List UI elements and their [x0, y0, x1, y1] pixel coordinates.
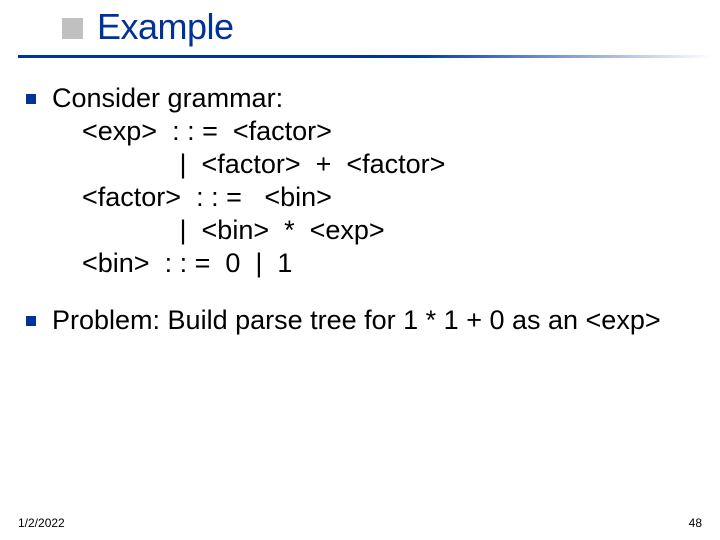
- bullet-icon: [26, 316, 36, 326]
- grammar-line: | <bin> * <exp>: [52, 214, 445, 247]
- grammar-line: <bin> : : = 0 | 1: [52, 247, 445, 280]
- bullet-icon: [26, 94, 36, 104]
- problem-block: Problem: Build parse tree for 1 * 1 + 0 …: [26, 304, 700, 337]
- footer: 1/2/2022 48: [18, 516, 702, 530]
- problem-text: Problem: Build parse tree for 1 * 1 + 0 …: [52, 304, 661, 337]
- title-bullet-icon: [62, 18, 83, 39]
- slide-title: Example: [97, 6, 234, 48]
- title-row: Example: [0, 0, 720, 48]
- grammar-text: Consider grammar: <exp> : : = <factor> |…: [52, 82, 445, 280]
- grammar-line: <factor> : : = <bin>: [52, 181, 445, 214]
- content-area: Consider grammar: <exp> : : = <factor> |…: [26, 82, 700, 361]
- grammar-line: <exp> : : = <factor>: [52, 115, 445, 148]
- grammar-line: | <factor> + <factor>: [52, 148, 445, 181]
- footer-date: 1/2/2022: [18, 516, 65, 530]
- grammar-block: Consider grammar: <exp> : : = <factor> |…: [26, 82, 700, 280]
- footer-page: 48: [689, 516, 702, 530]
- grammar-heading: Consider grammar:: [52, 82, 445, 115]
- title-underline: [18, 55, 712, 58]
